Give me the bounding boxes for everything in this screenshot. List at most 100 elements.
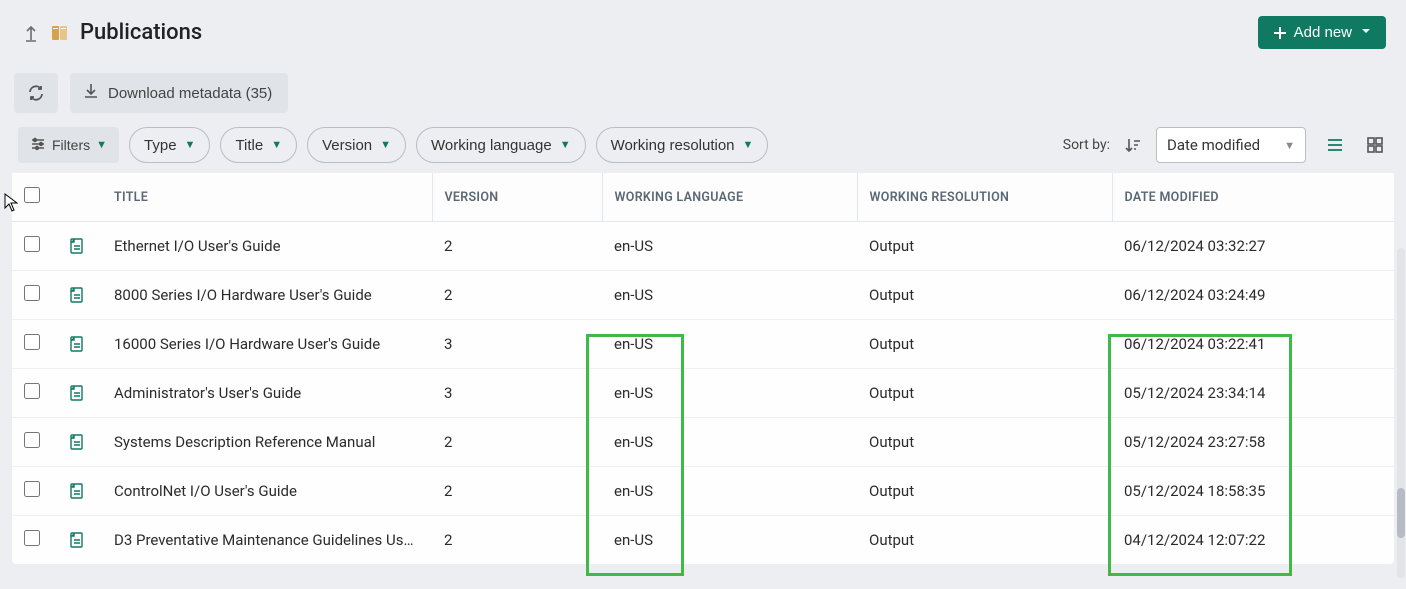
document-icon (68, 237, 90, 255)
add-new-button[interactable]: Add new (1258, 16, 1386, 49)
cell-working-language: en-US (602, 369, 857, 418)
column-header-version[interactable]: VERSION (432, 173, 602, 222)
document-icon (68, 531, 90, 549)
add-new-label: Add new (1294, 24, 1352, 41)
cell-working-resolution: Output (857, 516, 1112, 565)
table-row[interactable]: 16000 Series I/O Hardware User's Guide3e… (12, 320, 1394, 369)
cell-working-resolution: Output (857, 418, 1112, 467)
cell-version: 3 (432, 369, 602, 418)
table-row[interactable]: Systems Description Reference Manual2en-… (12, 418, 1394, 467)
table-header-row: TITLE VERSION WORKING LANGUAGE WORKING R… (12, 173, 1394, 222)
document-icon (68, 433, 90, 451)
cell-working-resolution: Output (857, 467, 1112, 516)
cell-version: 2 (432, 467, 602, 516)
sort-direction-icon[interactable] (1124, 136, 1142, 154)
cell-working-resolution: Output (857, 369, 1112, 418)
download-metadata-label: Download metadata (35) (108, 85, 272, 102)
cell-working-resolution: Output (857, 271, 1112, 320)
chevron-down-icon: ▼ (1284, 139, 1295, 152)
document-icon (68, 286, 90, 304)
document-icon (68, 335, 90, 353)
row-checkbox[interactable] (24, 432, 40, 448)
page-header: Publications Add new (0, 0, 1406, 59)
table-row[interactable]: D3 Preventative Maintenance Guidelines U… (12, 516, 1394, 565)
cell-working-language: en-US (602, 467, 857, 516)
filter-pill-label: Working language (431, 137, 552, 154)
cell-working-language: en-US (602, 271, 857, 320)
row-checkbox[interactable] (24, 481, 40, 497)
table-row[interactable]: ControlNet I/O User's Guide2en-USOutput0… (12, 467, 1394, 516)
download-metadata-button[interactable]: Download metadata (35) (70, 73, 288, 113)
publications-table: TITLE VERSION WORKING LANGUAGE WORKING R… (12, 173, 1394, 564)
refresh-button[interactable] (14, 73, 58, 113)
chevron-down-icon: ▼ (271, 139, 282, 151)
cell-date-modified: 05/12/2024 23:27:58 (1112, 418, 1394, 467)
sort-by-label: Sort by: (1063, 137, 1110, 153)
table-row[interactable]: Ethernet I/O User's Guide2en-USOutput06/… (12, 222, 1394, 271)
cell-version: 2 (432, 418, 602, 467)
cell-version: 2 (432, 516, 602, 565)
chevron-down-icon: ▼ (96, 139, 107, 151)
up-level-icon[interactable] (22, 24, 40, 42)
sort-field-select[interactable]: Date modified ▼ (1156, 127, 1306, 163)
chevron-down-icon: ▼ (185, 139, 196, 151)
filter-pill-version[interactable]: Version ▼ (307, 127, 406, 163)
row-checkbox[interactable] (24, 530, 40, 546)
cell-working-resolution: Output (857, 222, 1112, 271)
row-checkbox[interactable] (24, 383, 40, 399)
document-icon (68, 482, 90, 500)
cell-date-modified: 05/12/2024 18:58:35 (1112, 467, 1394, 516)
cell-date-modified: 05/12/2024 23:34:14 (1112, 369, 1394, 418)
column-header-date-modified[interactable]: DATE MODIFIED (1112, 173, 1394, 222)
cell-working-language: en-US (602, 320, 857, 369)
chevron-down-icon (1360, 24, 1372, 41)
cell-date-modified: 06/12/2024 03:24:49 (1112, 271, 1394, 320)
list-view-icon[interactable] (1324, 134, 1346, 156)
cell-title: D3 Preventative Maintenance Guidelines U… (102, 516, 432, 565)
column-header-working-resolution[interactable]: WORKING RESOLUTION (857, 173, 1112, 222)
column-header-title[interactable]: TITLE (102, 173, 432, 222)
cell-working-language: en-US (602, 516, 857, 565)
cell-working-language: en-US (602, 418, 857, 467)
chevron-down-icon: ▼ (560, 139, 571, 151)
table-row[interactable]: 8000 Series I/O Hardware User's Guide2en… (12, 271, 1394, 320)
cell-version: 2 (432, 271, 602, 320)
cell-title: 16000 Series I/O Hardware User's Guide (102, 320, 432, 369)
select-all-checkbox[interactable] (24, 187, 40, 203)
filter-pill-label: Version (322, 137, 372, 154)
filter-pill-title[interactable]: Title ▼ (220, 127, 297, 163)
cell-version: 3 (432, 320, 602, 369)
column-header-working-language[interactable]: WORKING LANGUAGE (602, 173, 857, 222)
filter-pill-type[interactable]: Type ▼ (129, 127, 210, 163)
download-icon (82, 82, 100, 104)
cell-working-resolution: Output (857, 320, 1112, 369)
row-checkbox[interactable] (24, 236, 40, 252)
page-title: Publications (80, 20, 202, 45)
filters-button[interactable]: Filters ▼ (18, 127, 119, 163)
plus-icon (1272, 25, 1288, 41)
filter-pill-label: Type (144, 137, 177, 154)
table-row[interactable]: Administrator's User's Guide3en-USOutput… (12, 369, 1394, 418)
cell-version: 2 (432, 222, 602, 271)
filter-pill-label: Title (235, 137, 263, 154)
row-checkbox[interactable] (24, 285, 40, 301)
sort-selected-label: Date modified (1167, 136, 1260, 154)
vertical-scrollbar[interactable] (1397, 248, 1405, 578)
row-checkbox[interactable] (24, 334, 40, 350)
filters-row: Filters ▼ Type ▼ Title ▼ Version ▼ Worki… (0, 119, 1406, 173)
sliders-icon (30, 136, 46, 155)
filter-pill-label: Working resolution (611, 137, 735, 154)
filter-pill-working-language[interactable]: Working language ▼ (416, 127, 586, 163)
cell-title: ControlNet I/O User's Guide (102, 467, 432, 516)
scrollbar-thumb[interactable] (1397, 488, 1405, 538)
cell-title: 8000 Series I/O Hardware User's Guide (102, 271, 432, 320)
cell-working-language: en-US (602, 222, 857, 271)
cell-date-modified: 06/12/2024 03:22:41 (1112, 320, 1394, 369)
filter-pill-working-resolution[interactable]: Working resolution ▼ (596, 127, 769, 163)
filters-label: Filters (52, 137, 90, 153)
cell-title: Administrator's User's Guide (102, 369, 432, 418)
grid-view-icon[interactable] (1364, 134, 1386, 156)
cell-date-modified: 06/12/2024 03:32:27 (1112, 222, 1394, 271)
cell-date-modified: 04/12/2024 12:07:22 (1112, 516, 1394, 565)
cell-title: Systems Description Reference Manual (102, 418, 432, 467)
